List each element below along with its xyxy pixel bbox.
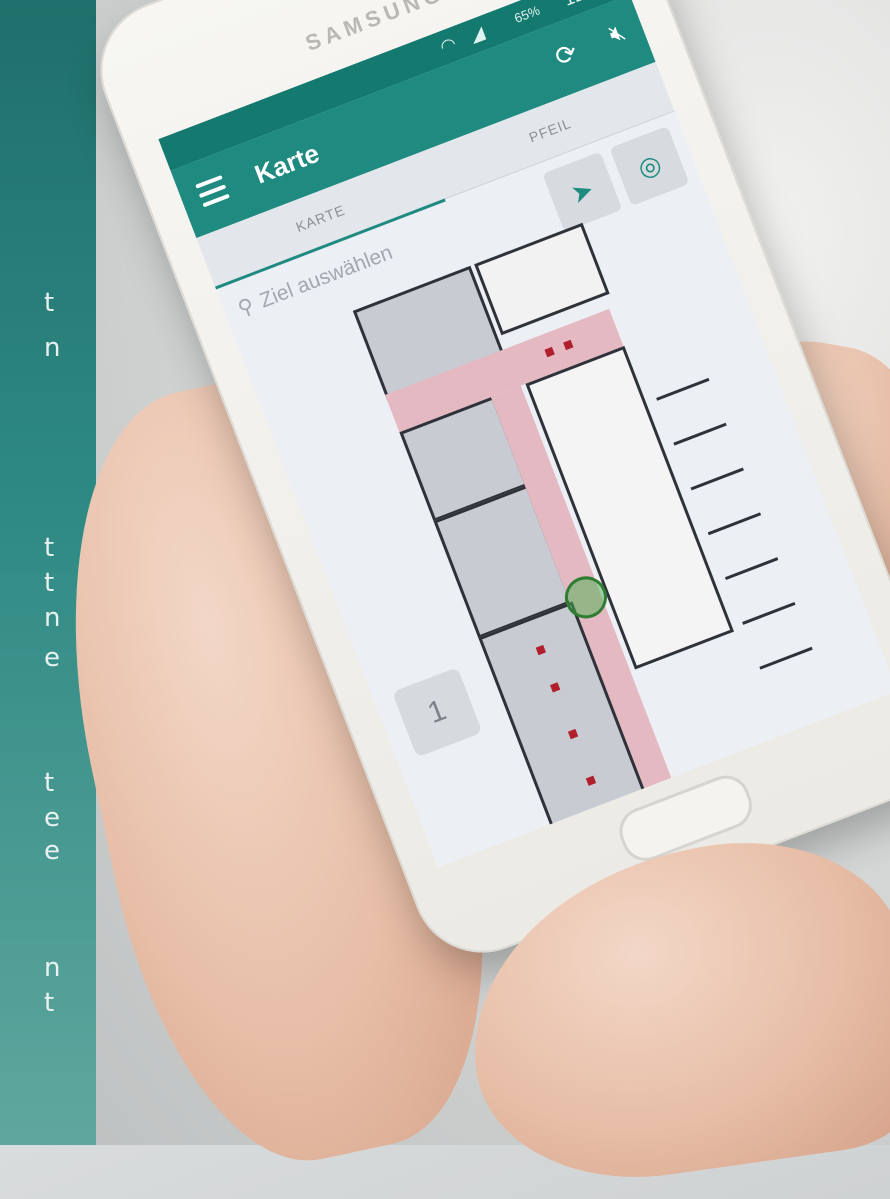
app-title: Karte: [250, 137, 324, 190]
hamburger-menu-icon[interactable]: [195, 174, 232, 213]
map-scale-tick: [673, 422, 727, 446]
map-scale-tick: [707, 512, 762, 536]
side-text-fragment: t: [44, 533, 55, 563]
map-scale-tick: [724, 557, 779, 581]
side-text-fragment: t: [44, 568, 55, 598]
side-text-fragment: t: [44, 988, 55, 1018]
search-icon: ⚲: [234, 293, 258, 321]
side-text-fragment: e: [44, 836, 60, 866]
side-text-fragment: n: [44, 603, 61, 633]
side-text-fragment: n: [44, 333, 61, 363]
locate-button[interactable]: ◎: [609, 125, 690, 206]
side-text-fragment: e: [44, 803, 60, 833]
navigation-arrow-icon: ➤: [566, 173, 598, 210]
battery-level: 65%: [512, 2, 542, 26]
map-scale-tick: [656, 377, 710, 401]
rotate-sync-icon[interactable]: ⟳: [551, 36, 582, 73]
side-text-fragment: n: [44, 953, 61, 983]
map-scale-tick: [759, 646, 813, 670]
map-scale-tick: [742, 601, 796, 625]
signal-icon: ◢: [466, 22, 487, 46]
side-text-fragment: t: [44, 288, 55, 318]
floor-selector-button[interactable]: 1: [392, 667, 483, 758]
wifi-icon: ◠: [437, 32, 459, 58]
my-location-icon: ◎: [633, 147, 666, 184]
navigate-button[interactable]: ➤: [542, 151, 623, 232]
map-scale-tick: [690, 467, 744, 491]
mute-icon[interactable]: 🔇︎: [605, 18, 629, 50]
side-text-fragment: e: [44, 643, 60, 673]
side-text-fragment: t: [44, 768, 55, 798]
